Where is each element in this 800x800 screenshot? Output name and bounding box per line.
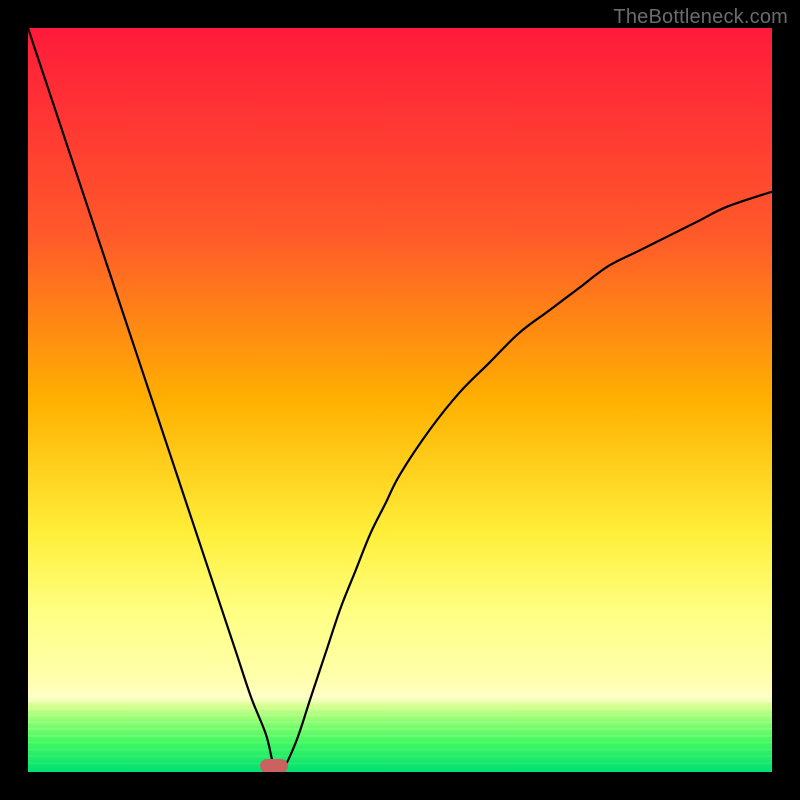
minimum-marker [260, 759, 288, 772]
plot-area [28, 28, 772, 772]
bottleneck-curve [28, 28, 772, 772]
watermark-text: TheBottleneck.com [613, 6, 788, 29]
chart-frame: TheBottleneck.com [0, 0, 800, 800]
